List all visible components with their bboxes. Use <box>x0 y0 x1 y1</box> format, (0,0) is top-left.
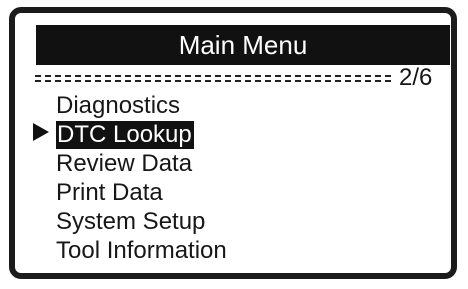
double-dashed-divider <box>35 74 391 83</box>
menu-item-review-data[interactable]: Review Data <box>56 150 192 178</box>
menu-item-diagnostics[interactable]: Diagnostics <box>56 92 180 120</box>
menu-item-dtc-lookup[interactable]: DTC Lookup <box>56 121 194 149</box>
right-triangle-icon <box>33 123 49 141</box>
menu-item-print-data[interactable]: Print Data <box>56 179 163 207</box>
main-menu-list: Diagnostics DTC Lookup Review Data Print… <box>56 92 396 267</box>
menu-item-system-setup[interactable]: System Setup <box>56 208 205 236</box>
page-title: Main Menu <box>178 30 308 60</box>
page-indicator: 2/6 <box>399 64 433 91</box>
menu-item-tool-information[interactable]: Tool Information <box>56 237 227 265</box>
title-bar: Main Menu <box>36 25 450 65</box>
